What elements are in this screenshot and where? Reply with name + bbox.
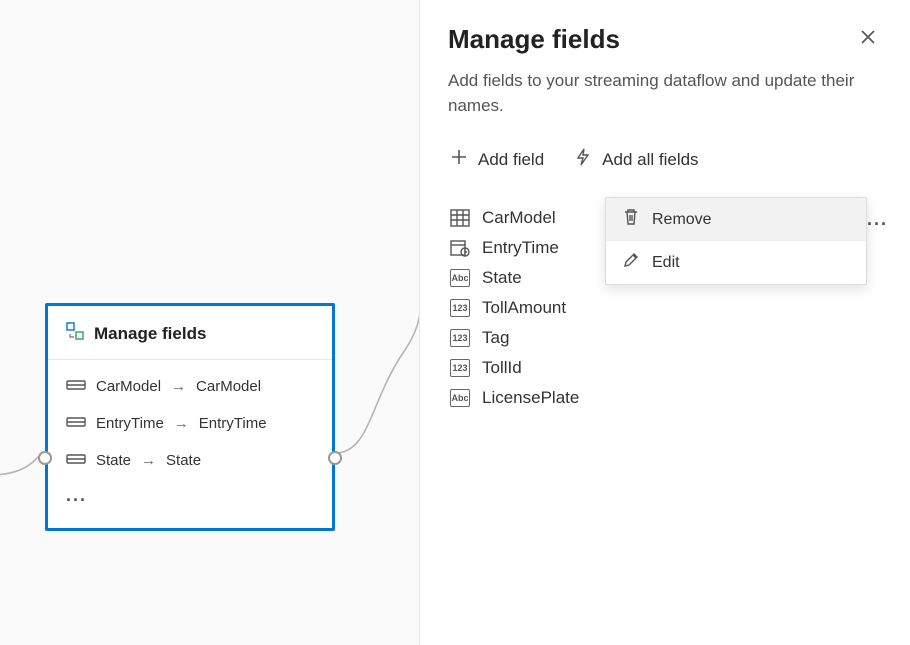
number-type-icon: 123 (450, 329, 470, 347)
trash-icon (622, 208, 640, 231)
node-title: Manage fields (94, 324, 206, 344)
output-port[interactable] (328, 451, 342, 465)
text-type-icon: Abc (450, 389, 470, 407)
field-row[interactable]: 123 Tag (448, 323, 882, 353)
mapping-from: State (96, 452, 131, 469)
field-name: TollAmount (482, 298, 880, 318)
field-name: TollId (482, 358, 880, 378)
field-row[interactable]: Abc LicensePlate (448, 383, 882, 413)
canvas[interactable]: Manage fields CarModel → CarModel EntryT… (0, 0, 420, 645)
table-icon (450, 209, 470, 227)
context-remove-item[interactable]: Remove (606, 198, 866, 241)
column-icon (66, 452, 86, 469)
text-type-icon: Abc (450, 269, 470, 287)
context-remove-label: Remove (652, 211, 712, 229)
column-icon (66, 378, 86, 395)
arrow-right-icon: → (141, 452, 156, 469)
panel-actions: Add field Add all fields (448, 144, 882, 175)
field-name: Tag (482, 328, 880, 348)
close-icon (860, 28, 876, 50)
plus-icon (450, 148, 468, 171)
add-all-fields-button[interactable]: Add all fields (572, 144, 700, 175)
lightning-icon (574, 148, 592, 171)
arrow-right-icon: → (171, 378, 186, 395)
column-icon (66, 415, 86, 432)
field-row-more-button[interactable]: ... (867, 209, 888, 230)
node-mapping-row[interactable]: EntryTime → EntryTime (48, 405, 332, 442)
field-row[interactable]: 123 TollAmount (448, 293, 882, 323)
node-mapping-row[interactable]: CarModel → CarModel (48, 368, 332, 405)
panel-title: Manage fields (448, 24, 620, 55)
context-edit-label: Edit (652, 254, 680, 272)
mapping-to: EntryTime (199, 415, 267, 432)
datetime-icon (450, 239, 470, 257)
number-type-icon: 123 (450, 359, 470, 377)
arrow-right-icon: → (174, 415, 189, 432)
node-more-button[interactable]: ... (48, 479, 332, 518)
node-body: CarModel → CarModel EntryTime → EntryTim… (48, 360, 332, 528)
close-button[interactable] (854, 24, 882, 55)
field-row[interactable]: 123 TollId (448, 353, 882, 383)
pencil-icon (622, 251, 640, 274)
add-all-label: Add all fields (602, 150, 698, 170)
mapping-to: State (166, 452, 201, 469)
input-port[interactable] (38, 451, 52, 465)
mapping-to: CarModel (196, 378, 261, 395)
field-name: LicensePlate (482, 388, 880, 408)
field-list: ... Remove Edit CarModel (448, 203, 882, 413)
mapping-from: CarModel (96, 378, 161, 395)
manage-fields-node[interactable]: Manage fields CarModel → CarModel EntryT… (45, 303, 335, 531)
field-context-menu: Remove Edit (605, 197, 867, 285)
context-edit-item[interactable]: Edit (606, 241, 866, 284)
add-field-label: Add field (478, 150, 544, 170)
number-type-icon: 123 (450, 299, 470, 317)
manage-fields-icon (66, 322, 84, 345)
mapping-from: EntryTime (96, 415, 164, 432)
node-mapping-row[interactable]: State → State (48, 442, 332, 479)
add-field-button[interactable]: Add field (448, 144, 546, 175)
panel-description: Add fields to your streaming dataflow an… (448, 69, 882, 118)
manage-fields-panel: Manage fields Add fields to your streami… (420, 0, 910, 645)
node-header: Manage fields (48, 306, 332, 360)
